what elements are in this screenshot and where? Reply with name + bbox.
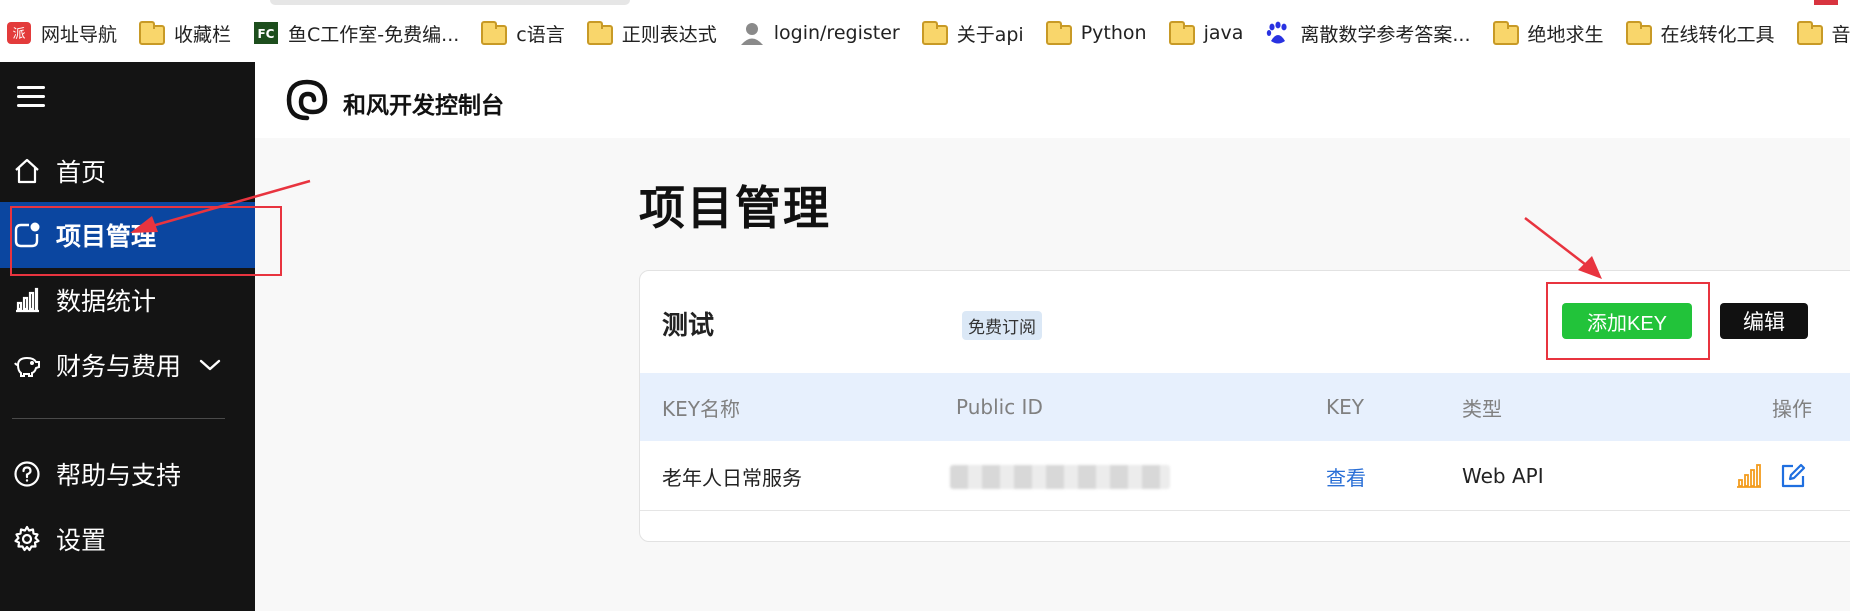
bookmark-label: login/register — [773, 22, 900, 44]
edit-project-button[interactable]: 编辑 — [1720, 303, 1808, 339]
sidebar-item-finance[interactable]: 财务与费用 — [0, 332, 255, 398]
user-icon — [739, 21, 765, 45]
brand-name: 和风开发控制台 — [343, 93, 504, 119]
stats-icon[interactable] — [1736, 441, 1762, 511]
bookmark-folder[interactable]: 在线转化工具 — [1616, 12, 1787, 54]
table-row: 老年人日常服务 查看 Web API — [640, 441, 1850, 511]
app-header: 和风开发控制台 — [255, 62, 1850, 138]
sidebar-item-label: 帮助与支持 — [56, 461, 182, 490]
folder-icon — [921, 20, 948, 45]
column-header-key-name: KEY名称 — [662, 396, 740, 421]
bookmark-folder[interactable]: 关于api — [912, 12, 1036, 54]
gear-icon — [12, 524, 42, 554]
sidebar-item-settings[interactable]: 设置 — [0, 506, 255, 572]
project-name: 测试 — [662, 311, 715, 341]
annotation-highlight-box — [10, 206, 282, 276]
red-badge-icon: 派 — [6, 21, 32, 45]
sidebar-item-label: 首页 — [56, 158, 107, 187]
chevron-down-icon[interactable] — [199, 358, 221, 372]
public-id-redacted — [950, 465, 1170, 489]
sidebar-item-label: 财务与费用 — [56, 352, 182, 381]
bookmark-folder[interactable]: 音乐解析 — [1787, 12, 1850, 54]
column-header-actions: 操作 — [1772, 396, 1812, 421]
fc-logo-icon: FC — [253, 21, 279, 45]
qweather-logo-icon[interactable] — [285, 78, 329, 122]
bookmark-label: 绝地求生 — [1527, 23, 1604, 46]
sidebar-item-help[interactable]: 帮助与支持 — [0, 441, 255, 507]
bookmark-label: 鱼C工作室-免费编... — [288, 23, 460, 46]
bookmark-label: 离散数学参考答案... — [1300, 23, 1471, 46]
sidebar-divider — [12, 418, 225, 419]
folder-icon — [1168, 20, 1195, 45]
bookmark-label: 关于api — [956, 23, 1024, 46]
hamburger-bar — [17, 95, 45, 98]
folder-icon — [1796, 20, 1823, 45]
folder-icon — [1625, 20, 1652, 45]
column-header-type: 类型 — [1462, 396, 1502, 421]
bookmark-label: java — [1203, 22, 1244, 44]
fc-logo-text: FC — [258, 27, 275, 41]
bookmark-baidu[interactable]: 离散数学参考答案... — [1255, 12, 1482, 54]
folder-icon — [1492, 20, 1519, 45]
sidebar-item-statistics[interactable]: 数据统计 — [0, 267, 255, 333]
bookmarks-bar: 派 网址导航 收藏栏 FC 鱼C工作室-免费编... c语言 正则表达式 log… — [0, 0, 1850, 62]
hamburger-bar — [17, 104, 45, 107]
annotation-highlight-box — [1546, 282, 1710, 360]
bookmark-folder[interactable]: 收藏栏 — [129, 12, 243, 54]
red-badge-text: 派 — [12, 27, 25, 42]
sidebar: 首页 项目管理 数据统计 财务与费用 帮助与支持 设置 — [0, 62, 255, 611]
edit-icon[interactable] — [1780, 441, 1806, 511]
bookmark-label: 音乐解析 — [1831, 23, 1850, 46]
bookmark-label: 正则表达式 — [621, 23, 717, 46]
page-title: 项目管理 — [639, 181, 831, 235]
subscription-badge: 免费订阅 — [962, 311, 1042, 340]
bookmark-folder[interactable]: 正则表达式 — [577, 12, 729, 54]
sidebar-item-label: 设置 — [56, 526, 107, 555]
help-circle-icon — [12, 459, 42, 489]
sidebar-item-home[interactable]: 首页 — [0, 138, 255, 204]
sidebar-item-label: 数据统计 — [56, 287, 157, 316]
bookmark-nav[interactable]: 派 网址导航 — [0, 12, 129, 54]
hamburger-bar — [17, 86, 45, 89]
column-header-public-id: Public ID — [956, 395, 1043, 419]
bar-chart-icon — [12, 285, 42, 315]
folder-icon — [481, 20, 508, 45]
bookmarks-track: 派 网址导航 收藏栏 FC 鱼C工作室-免费编... c语言 正则表达式 log… — [0, 12, 1850, 54]
bookmark-login[interactable]: login/register — [729, 12, 912, 54]
bookmark-folder[interactable]: Python — [1036, 12, 1159, 54]
folder-icon — [139, 20, 166, 45]
view-key-link[interactable]: 查看 — [1326, 441, 1366, 511]
home-icon — [12, 156, 42, 186]
table-header: KEY名称 Public ID KEY 类型 操作 — [640, 373, 1850, 441]
menu-toggle-button[interactable] — [17, 86, 45, 108]
bookmark-folder[interactable]: 绝地求生 — [1483, 12, 1616, 54]
bookmark-folder[interactable]: java — [1159, 12, 1256, 54]
bookmark-label: 网址导航 — [41, 23, 118, 46]
bookmark-label: Python — [1080, 22, 1147, 44]
column-header-key: KEY — [1326, 395, 1364, 419]
bookmark-fishc[interactable]: FC 鱼C工作室-免费编... — [243, 12, 471, 54]
folder-icon — [586, 20, 613, 45]
bookmark-label: 收藏栏 — [174, 23, 232, 46]
bookmark-label: 在线转化工具 — [1660, 23, 1775, 46]
tab-strip-accent — [1814, 0, 1838, 5]
bookmark-folder[interactable]: c语言 — [471, 12, 576, 54]
bookmark-label: c语言 — [516, 23, 565, 46]
tab-strip-edge — [270, 0, 630, 5]
piggy-bank-icon — [12, 350, 42, 380]
key-type-cell: Web API — [1462, 464, 1544, 488]
baidu-paw-icon — [1265, 21, 1291, 45]
main-content: 项目管理 测试 免费订阅 添加KEY 编辑 KEY名称 Public ID KE… — [255, 138, 1850, 611]
key-name-cell: 老年人日常服务 — [662, 465, 802, 490]
folder-icon — [1045, 20, 1072, 45]
